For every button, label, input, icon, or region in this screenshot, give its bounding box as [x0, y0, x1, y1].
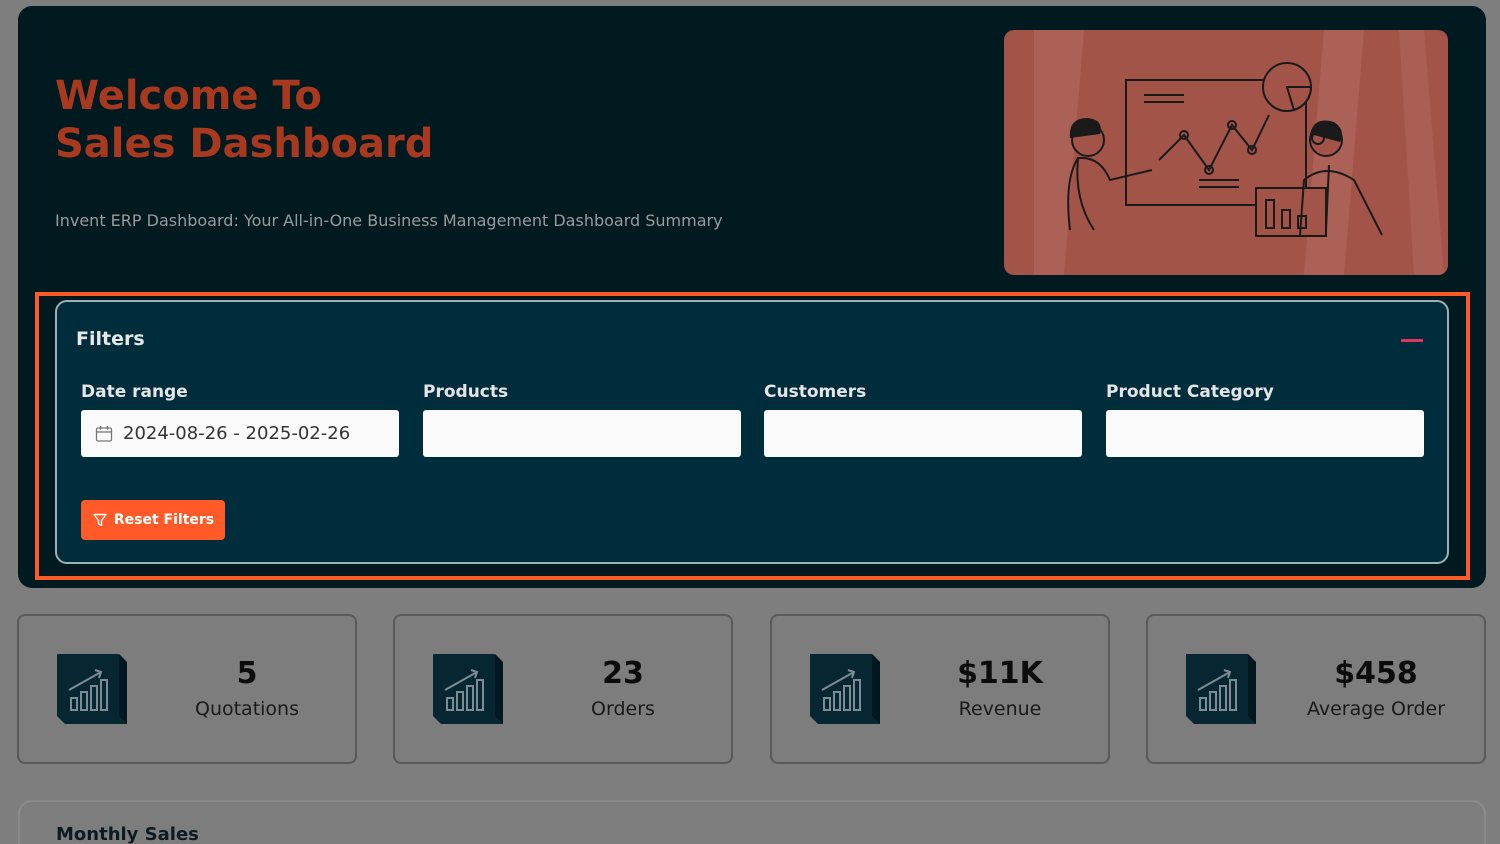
filters-title: Filters [76, 328, 145, 350]
customers-label: Customers [764, 382, 867, 402]
stat-card-average-order: $458 Average Order [1146, 614, 1486, 764]
revenue-label: Revenue [958, 698, 1042, 720]
minus-icon[interactable] [1401, 339, 1423, 342]
product-category-select[interactable] [1106, 410, 1424, 457]
products-field: Products [423, 380, 741, 457]
orders-value: 23 [602, 656, 644, 691]
stat-card-quotations: 5 Quotations [17, 614, 357, 764]
date-range-field: Date range 2024-08-26 - 2025-02-26 [81, 380, 399, 457]
monthly-sales-panel: Monthly Sales [18, 800, 1486, 844]
monthly-sales-title: Monthly Sales [56, 824, 199, 844]
reset-filters-button[interactable]: Reset Filters [81, 500, 225, 540]
stat-card-orders: 23 Orders [393, 614, 733, 764]
chart-icon [433, 654, 503, 724]
orders-label: Orders [591, 698, 655, 720]
quotations-value: 5 [236, 656, 258, 691]
chart-icon [1186, 654, 1256, 724]
date-range-input[interactable]: 2024-08-26 - 2025-02-26 [81, 410, 399, 457]
page-title: Welcome To Sales Dashboard [55, 72, 433, 168]
average-order-value: $458 [1334, 656, 1418, 691]
date-range-value: 2024-08-26 - 2025-02-26 [123, 423, 351, 444]
presentation-illustration [1004, 30, 1448, 275]
products-label: Products [423, 382, 509, 402]
stat-card-revenue: $11K Revenue [770, 614, 1110, 764]
calendar-icon [95, 425, 113, 442]
filter-icon [93, 513, 107, 527]
title-line-2: Sales Dashboard [55, 121, 434, 167]
revenue-value: $11K [957, 656, 1043, 691]
product-category-label: Product Category [1106, 382, 1274, 402]
average-order-label: Average Order [1306, 698, 1446, 720]
filters-panel: Filters Date range 2024-08-26 - 2025-02-… [55, 300, 1449, 564]
reset-filters-label: Reset Filters [113, 512, 215, 528]
title-line-1: Welcome To [55, 73, 322, 119]
customers-select[interactable] [764, 410, 1082, 457]
presentation-illustration-graphic [1034, 30, 1444, 275]
chart-icon [810, 654, 880, 724]
page-subtitle: Invent ERP Dashboard: Your All-in-One Bu… [55, 211, 723, 230]
products-select[interactable] [423, 410, 741, 457]
customers-field: Customers [764, 380, 1082, 457]
date-range-label: Date range [81, 382, 188, 402]
quotations-label: Quotations [194, 698, 299, 720]
product-category-field: Product Category [1106, 380, 1424, 457]
chart-icon [57, 654, 127, 724]
